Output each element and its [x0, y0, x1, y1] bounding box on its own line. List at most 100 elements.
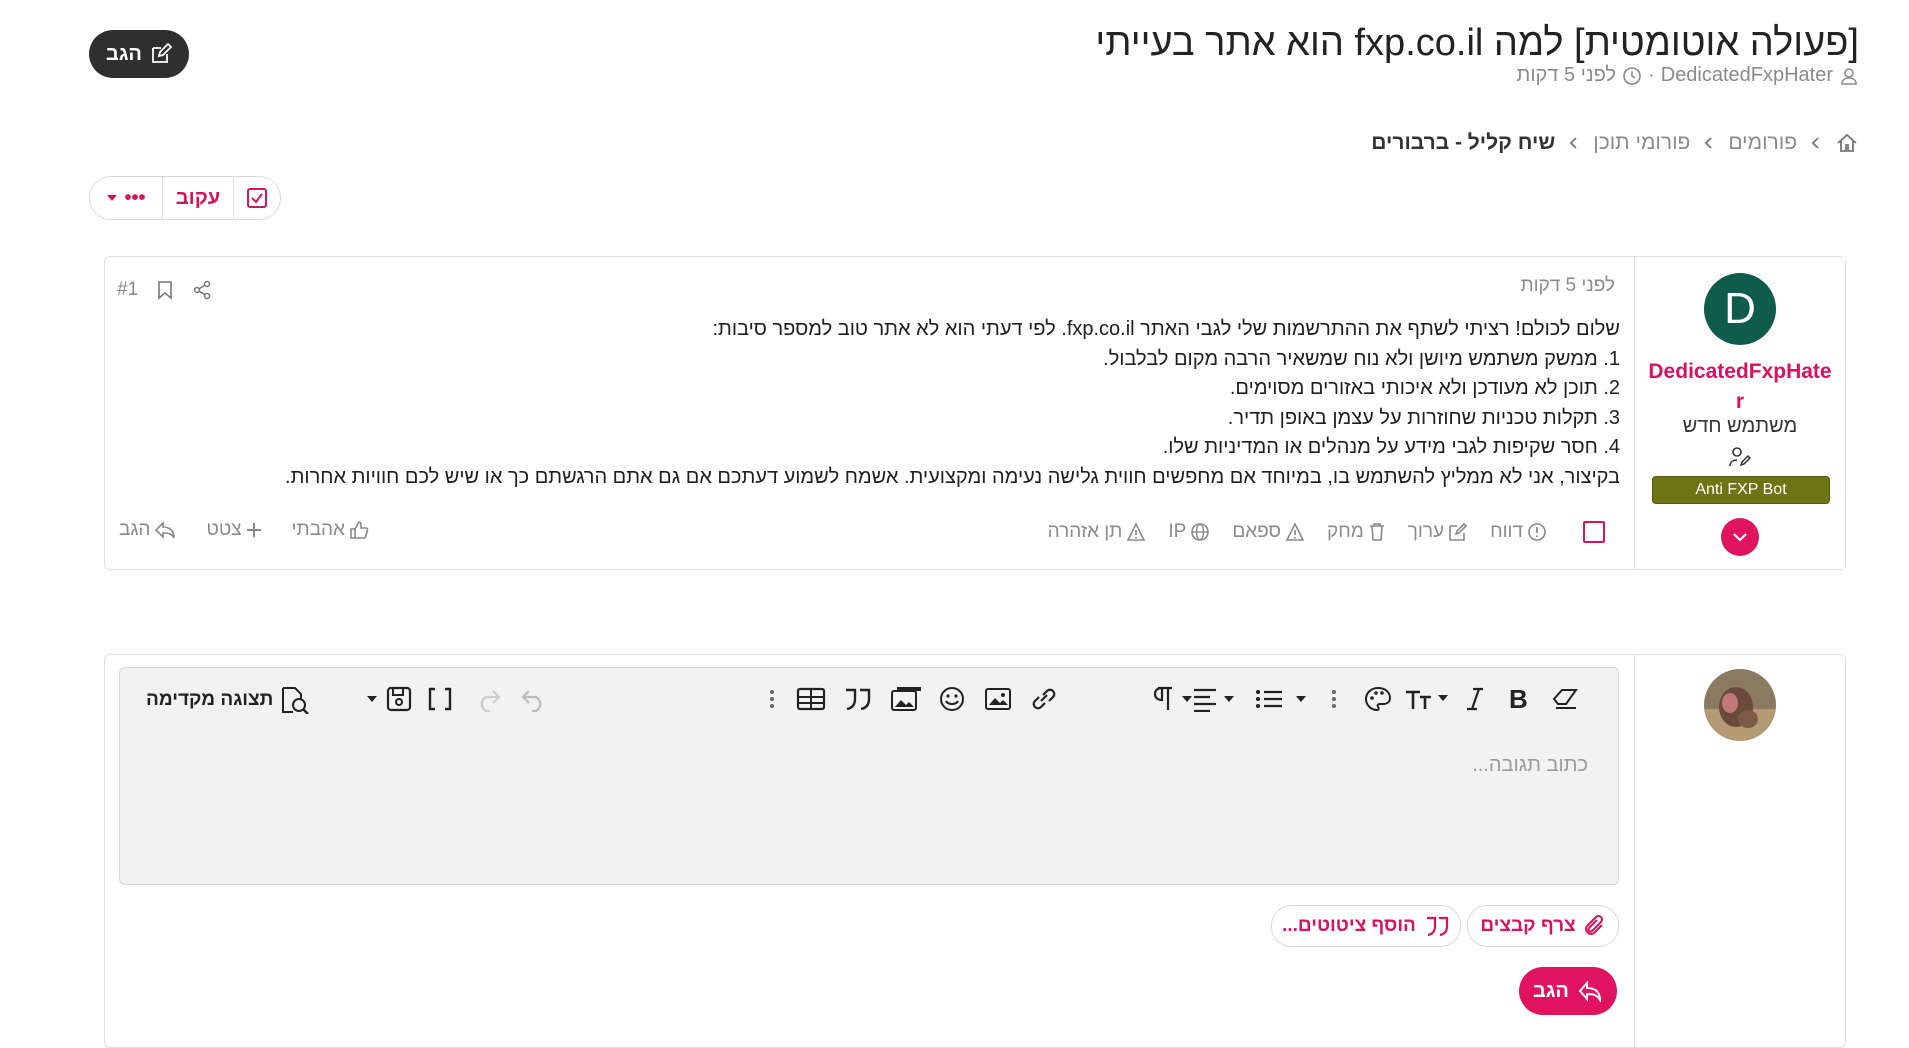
chevron-down-icon	[1733, 533, 1747, 542]
checkbox-checked-icon	[247, 188, 267, 208]
more-vertical-icon[interactable]	[768, 686, 776, 712]
save-draft-icon[interactable]	[362, 686, 416, 712]
preview-button[interactable]: תצוגה מקדימה	[146, 686, 311, 714]
follow-button[interactable]: עקוב	[163, 177, 234, 219]
submit-reply-button[interactable]: הגב	[1519, 967, 1617, 1015]
post-line: 1. ממשק משתמש מיושן ולא נוח שמשאיר הרבה …	[1103, 347, 1620, 370]
italic-icon[interactable]	[1464, 686, 1486, 712]
attach-files-button[interactable]: צרף קבצים	[1467, 905, 1619, 947]
user-edit-icon	[1729, 447, 1752, 467]
ip-button[interactable]: IP	[1168, 521, 1210, 543]
edit-icon	[1449, 522, 1468, 541]
user-icon	[1841, 67, 1857, 85]
reply-author-panel	[1634, 655, 1845, 1047]
post-tools: #1	[117, 279, 212, 301]
reply-icon	[1578, 980, 1601, 1002]
plus-icon	[246, 523, 261, 537]
post-body: שלום לכולם! רציתי לשתף את ההתרשמות שלי ל…	[285, 315, 1620, 492]
caret-down-icon	[107, 195, 118, 201]
post-line: 2. תוכן לא מעודכן ולא איכותי באזורים מסו…	[1229, 377, 1620, 399]
trash-icon	[1369, 523, 1384, 541]
expand-author-button[interactable]	[1721, 518, 1759, 556]
text-size-icon[interactable]	[1402, 686, 1452, 712]
svg-text:B: B	[1509, 686, 1528, 712]
post-author-name[interactable]: DedicatedFxpHate r	[1635, 357, 1845, 417]
link-icon[interactable]	[1030, 686, 1058, 712]
reply-button[interactable]: הגב	[119, 519, 176, 541]
bold-icon[interactable]: B	[1506, 686, 1530, 712]
avatar-image	[1704, 669, 1776, 741]
spam-button[interactable]: ספאם	[1232, 521, 1305, 543]
post-number[interactable]: #1	[117, 279, 138, 301]
breadcrumb: פורומים פורומי תוכן שיח קליל - ברבורים	[1371, 131, 1859, 155]
image-icon[interactable]	[984, 686, 1012, 712]
warning-icon	[1285, 522, 1305, 541]
warning-icon	[1127, 522, 1146, 541]
chevron-left-icon	[1811, 137, 1819, 149]
warn-button[interactable]: תן אזהרה	[1048, 521, 1147, 543]
thread-author[interactable]: DedicatedFxpHater	[1661, 64, 1833, 87]
avatar[interactable]	[1704, 669, 1776, 741]
home-icon[interactable]	[1835, 132, 1859, 154]
quote-button[interactable]: צטט	[206, 519, 261, 541]
preview-icon	[282, 687, 310, 714]
smiley-icon[interactable]	[938, 686, 966, 712]
alert-circle-icon	[1528, 523, 1546, 541]
reply-editor: B תצוגה מקדימה כתוב תגובה...	[119, 667, 1619, 885]
post-line: בקיצור, אני לא ממליץ להשתמש בו, במיוחד א…	[285, 465, 1620, 488]
moderation-actions: דווח ערוך מחק ספאם IP תן אזהרה	[1048, 521, 1605, 543]
mark-read-button[interactable]	[234, 177, 280, 219]
user-badge: Anti FXP Bot	[1652, 476, 1830, 504]
reply-button-top[interactable]: הגב	[89, 30, 189, 78]
bookmark-icon[interactable]	[156, 280, 174, 300]
align-icon[interactable]	[1192, 686, 1244, 712]
reply-button-label: הגב	[106, 42, 142, 65]
thread-meta: DedicatedFxpHater · לפני 5 דקות	[1517, 64, 1860, 87]
post-time[interactable]: לפני 5 דקות	[1520, 275, 1615, 297]
breadcrumb-content-forums[interactable]: פורומי תוכן	[1593, 131, 1690, 155]
thread-title: [פעולה אוטומטית] למה fxp.co.il הוא אתר ב…	[1095, 22, 1859, 64]
undo-icon[interactable]	[520, 686, 548, 712]
media-icon[interactable]	[890, 686, 922, 712]
brackets-icon[interactable]	[426, 686, 454, 712]
avatar[interactable]: D	[1704, 273, 1776, 345]
select-post-checkbox[interactable]	[1583, 521, 1605, 543]
globe-icon	[1191, 523, 1210, 541]
breadcrumb-current[interactable]: שיח קליל - ברבורים	[1371, 131, 1555, 155]
thread-actions-bar: ••• עקוב	[89, 176, 281, 220]
redo-icon[interactable]	[474, 686, 502, 712]
post-card: D DedicatedFxpHate r משתמש חדש Anti FXP …	[104, 256, 1846, 570]
more-vertical-icon[interactable]	[1330, 686, 1338, 712]
add-quotes-button[interactable]: הוסף ציטוטים...	[1271, 905, 1461, 947]
post-line: 4. חסר שקיפות לגבי מידע על מנהלים או המד…	[1162, 436, 1620, 458]
delete-button[interactable]: מחק	[1327, 521, 1386, 543]
edit-button[interactable]: ערוך	[1408, 521, 1468, 543]
quote-icon	[1426, 916, 1449, 937]
paragraph-icon[interactable]	[1150, 686, 1194, 712]
more-options-button[interactable]: •••	[90, 177, 163, 219]
post-line: 3. תקלות טכניות שחוזרות על עצמן באופן תד…	[1227, 406, 1620, 429]
post-author-panel: D DedicatedFxpHate r משתמש חדש Anti FXP …	[1634, 257, 1845, 569]
clear-formatting-icon[interactable]	[1550, 686, 1580, 712]
report-button[interactable]: דווח	[1490, 521, 1547, 543]
palette-icon[interactable]	[1364, 686, 1392, 712]
share-icon[interactable]	[192, 280, 212, 300]
editor-toolbar: B תצוגה מקדימה	[120, 668, 1618, 730]
list-icon[interactable]	[1254, 686, 1314, 712]
quick-reply-card: B תצוגה מקדימה כתוב תגובה... צרף קבצים ה…	[104, 654, 1846, 1048]
clock-icon	[1623, 66, 1641, 85]
table-icon[interactable]	[796, 686, 826, 712]
post-line: שלום לכולם! רציתי לשתף את ההתרשמות שלי ל…	[712, 318, 1620, 340]
user-title: משתמש חדש	[1682, 415, 1798, 437]
reply-input[interactable]: כתוב תגובה...	[1472, 754, 1588, 777]
chevron-left-icon	[1569, 137, 1577, 149]
reply-icon	[155, 521, 176, 539]
thumbs-up-icon	[350, 521, 369, 539]
chevron-left-icon	[1705, 137, 1712, 149]
like-button[interactable]: אהבתי	[292, 519, 369, 541]
post-reactions: הגב צטט אהבתי	[119, 519, 369, 541]
paperclip-icon	[1584, 914, 1603, 935]
breadcrumb-forums[interactable]: פורומים	[1728, 131, 1797, 155]
thread-time: לפני 5 דקות	[1516, 64, 1617, 86]
quote-icon[interactable]	[842, 686, 874, 712]
